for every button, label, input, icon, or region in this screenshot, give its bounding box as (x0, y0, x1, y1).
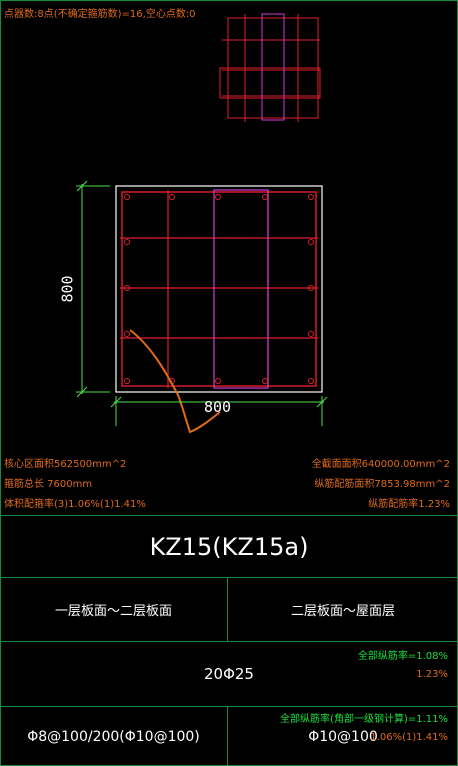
stirrup-ratio-orange: 1.06%(1)1.41% (370, 732, 448, 743)
longitudinal-ratio-orange: 1.23% (416, 669, 448, 680)
floor-range-right: 二层板面～屋面层 (290, 604, 395, 619)
stirrup-ratio-green: 全部纵筋率(角部一级钢计算)=1.11% (280, 714, 448, 725)
floor-range-left: 一层板面～二层板面 (54, 604, 172, 619)
width-dimension-label: 800 (204, 398, 232, 416)
height-dimension-label: 800 (58, 275, 77, 303)
inner-magenta-tie (213, 189, 269, 389)
column-title: KZ15(KZ15a) (149, 532, 309, 561)
full-section-area-text: 全截面面积640000.00mm^2 (311, 459, 450, 470)
stirrup-ratio-text: 体积配箍率(3)1.06%(1)1.41% (4, 499, 146, 510)
longitudinal-ratio-text: 纵筋配筋率1.23% (368, 499, 450, 510)
longitudinal-area-text: 纵筋配筋面积7853.98mm^2 (314, 479, 450, 490)
core-area-text: 核心区面积562500mm^2 (4, 459, 127, 470)
outer-stirrup (121, 191, 317, 387)
column-section (115, 185, 323, 434)
thumbnail-tie (261, 13, 285, 121)
stirrup-spec-left: Φ8@100/200(Φ10@100) (27, 728, 200, 745)
stirrup-length-text: 箍筋总长 7600mm (4, 479, 93, 490)
thumbnail-section (219, 13, 321, 122)
longitudinal-ratio-green: 全部纵筋率=1.08% (357, 651, 448, 662)
column-outline (115, 185, 323, 393)
dimension-lines (76, 180, 328, 426)
